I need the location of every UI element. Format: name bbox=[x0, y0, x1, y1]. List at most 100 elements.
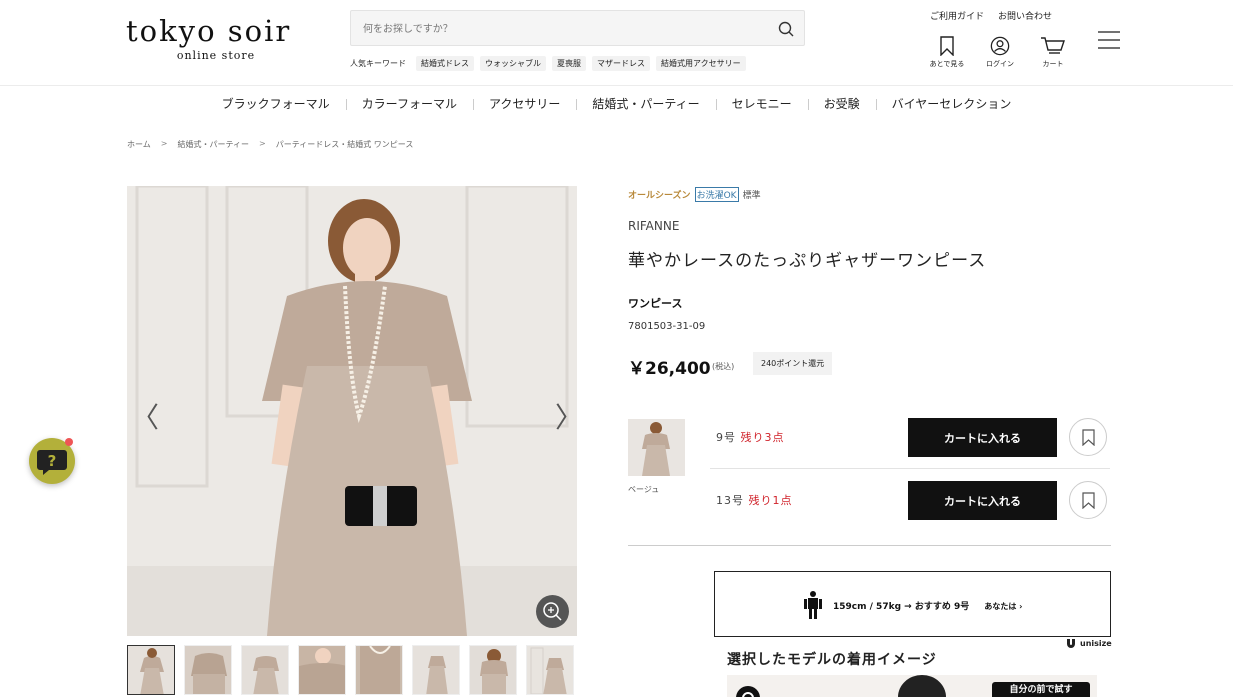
keyword-tag[interactable]: ウォッシャブル bbox=[480, 55, 546, 71]
favorite-button[interactable] bbox=[1069, 481, 1107, 519]
try-on-button[interactable]: 自分の前で試す bbox=[992, 682, 1090, 697]
search-input[interactable] bbox=[363, 20, 763, 38]
shield-icon bbox=[736, 686, 760, 697]
bookmark-icon bbox=[940, 36, 954, 56]
size-row: 13号 残り1点 カートに入れる bbox=[710, 470, 1110, 532]
size-label: 13号 残り1点 bbox=[716, 492, 793, 508]
thumbnail[interactable] bbox=[355, 645, 403, 695]
product-main-image[interactable]: 〈 〉 bbox=[127, 186, 577, 636]
next-image-arrow[interactable]: 〉 bbox=[555, 396, 577, 436]
breadcrumb-wedding[interactable]: 結婚式・パーティー bbox=[177, 139, 249, 150]
breadcrumb: ホーム > 結婚式・パーティー > パーティードレス・結婚式 ワンピース bbox=[127, 139, 413, 150]
logo-text: tokyo soir bbox=[126, 14, 292, 48]
section-divider bbox=[628, 545, 1111, 546]
size-value: 13号 bbox=[716, 494, 744, 507]
help-chat-button[interactable]: ? bbox=[29, 438, 75, 484]
recommendation: 159cm / 57kg → おすすめ 9号 bbox=[833, 602, 970, 612]
zoom-in-icon bbox=[543, 602, 562, 621]
size-recommendation-text: 159cm / 57kg → おすすめ 9号 あなたは › bbox=[833, 599, 1022, 612]
keyword-tag[interactable]: 結婚式用アクセサリー bbox=[656, 55, 746, 71]
login-label: ログイン bbox=[986, 60, 1014, 68]
fit-tag: 標準 bbox=[742, 191, 761, 201]
cart-icon bbox=[1041, 37, 1065, 54]
watch-later-label: あとで見る bbox=[929, 60, 965, 68]
search-icon bbox=[778, 21, 794, 37]
color-name: ベージュ bbox=[628, 485, 660, 494]
stock-count: 残り1点 bbox=[748, 494, 793, 507]
cart-label: カート bbox=[1042, 60, 1064, 68]
thumbnail-strip bbox=[127, 645, 574, 695]
season-tag: オールシーズン bbox=[628, 191, 691, 201]
utility-links: ご利用ガイド お問い合わせ bbox=[930, 9, 1052, 22]
unisize-logo: unisize bbox=[1066, 638, 1112, 648]
popular-keywords: 人気キーワード 結婚式ドレス ウォッシャブル 夏喪服 マザードレス 結婚式用アク… bbox=[350, 55, 746, 71]
contact-link[interactable]: お問い合わせ bbox=[998, 9, 1052, 22]
product-title: 華やかレースのたっぷりギャザーワンピース bbox=[628, 251, 987, 271]
prev-image-arrow[interactable]: 〈 bbox=[131, 396, 159, 436]
bookmark-icon bbox=[1082, 429, 1095, 446]
guide-link[interactable]: ご利用ガイド bbox=[930, 9, 984, 22]
stock-count: 残り3点 bbox=[740, 431, 785, 444]
thumbnail[interactable] bbox=[127, 645, 175, 695]
product-category: ワンピース bbox=[628, 297, 683, 310]
site-logo[interactable]: tokyo soir online store bbox=[126, 14, 316, 62]
breadcrumb-separator: > bbox=[259, 139, 266, 148]
nav-color-formal[interactable]: カラーフォーマル bbox=[345, 95, 473, 112]
color-variant-image[interactable] bbox=[628, 419, 685, 476]
unisize-logo-text: unisize bbox=[1080, 638, 1112, 648]
thumbnail[interactable] bbox=[241, 645, 289, 695]
nav-exam[interactable]: お受験 bbox=[807, 95, 876, 112]
svg-text:?: ? bbox=[48, 452, 57, 470]
nav-wedding-party[interactable]: 結婚式・パーティー bbox=[576, 95, 715, 112]
user-icon bbox=[990, 36, 1010, 56]
cart-button[interactable]: カート bbox=[1031, 36, 1075, 69]
nav-ceremony[interactable]: セレモニー bbox=[715, 95, 808, 112]
washable-tag: お洗濯OK bbox=[694, 187, 739, 202]
breadcrumb-current[interactable]: パーティードレス・結婚式 ワンピース bbox=[276, 139, 414, 150]
model-photo bbox=[898, 675, 946, 697]
zoom-button[interactable] bbox=[536, 595, 569, 628]
watch-later-button[interactable]: あとで見る bbox=[925, 36, 969, 69]
hamburger-menu-icon[interactable] bbox=[1098, 30, 1120, 50]
keyword-tag[interactable]: 結婚式ドレス bbox=[416, 55, 474, 71]
global-nav: ブラックフォーマル カラーフォーマル アクセサリー 結婚式・パーティー セレモニ… bbox=[0, 92, 1233, 114]
thumbnail[interactable] bbox=[469, 645, 517, 695]
points-badge: 240ポイント還元 bbox=[753, 352, 833, 375]
model-preview-strip: 自分の前で試す bbox=[727, 675, 1097, 697]
product-price: ￥26,400 bbox=[628, 359, 711, 379]
your-size-link[interactable]: あなたは › bbox=[984, 602, 1022, 611]
favorite-button[interactable] bbox=[1069, 418, 1107, 456]
breadcrumb-home[interactable]: ホーム bbox=[127, 139, 151, 150]
thumbnail[interactable] bbox=[526, 645, 574, 695]
body-figure-icon bbox=[804, 591, 822, 619]
add-to-cart-button[interactable]: カートに入れる bbox=[908, 481, 1057, 520]
keyword-tag[interactable]: マザードレス bbox=[592, 55, 650, 71]
login-button[interactable]: ログイン bbox=[978, 36, 1022, 69]
unisize-logo-icon bbox=[1067, 639, 1075, 648]
product-photo bbox=[127, 186, 577, 636]
thumbnail[interactable] bbox=[184, 645, 232, 695]
site-header: tokyo soir online store 人気キーワード 結婚式ドレス ウ… bbox=[0, 0, 1233, 86]
product-tags: オールシーズン お洗濯OK 標準 bbox=[628, 187, 761, 202]
add-to-cart-button[interactable]: カートに入れる bbox=[908, 418, 1057, 457]
breadcrumb-separator: > bbox=[160, 139, 168, 148]
logo-subtext: online store bbox=[176, 49, 256, 62]
keyword-tag[interactable]: 夏喪服 bbox=[552, 55, 586, 71]
nav-accessory[interactable]: アクセサリー bbox=[472, 95, 576, 112]
notification-dot bbox=[65, 438, 73, 446]
size-recommendation-box[interactable]: 159cm / 57kg → おすすめ 9号 あなたは › bbox=[714, 571, 1111, 637]
thumbnail[interactable] bbox=[298, 645, 346, 695]
product-sku: 7801503-31-09 bbox=[628, 321, 706, 332]
nav-buyer-selection[interactable]: バイヤーセレクション bbox=[875, 95, 1028, 112]
size-value: 9号 bbox=[716, 431, 736, 444]
thumbnail[interactable] bbox=[412, 645, 460, 695]
keywords-label: 人気キーワード bbox=[350, 58, 406, 68]
nav-black-formal[interactable]: ブラックフォーマル bbox=[206, 95, 346, 112]
tax-note: (税込) bbox=[712, 362, 735, 371]
size-row: 9号 残り3点 カートに入れる bbox=[710, 407, 1110, 469]
size-label: 9号 残り3点 bbox=[716, 429, 785, 445]
search-button[interactable] bbox=[776, 19, 796, 39]
search-box bbox=[350, 10, 805, 46]
bookmark-icon bbox=[1082, 492, 1095, 509]
product-brand[interactable]: RIFANNE bbox=[628, 219, 679, 233]
